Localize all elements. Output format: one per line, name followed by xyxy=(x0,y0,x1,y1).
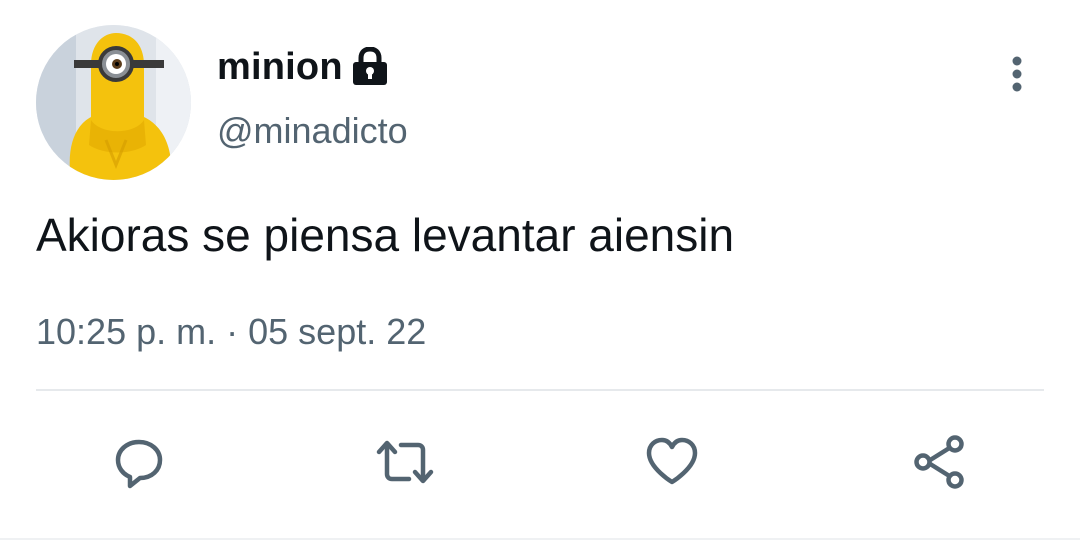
tweet-time: 10:25 p. m. xyxy=(36,311,217,352)
author-display-name[interactable]: minion xyxy=(217,46,343,89)
more-vertical-icon[interactable] xyxy=(1001,55,1033,95)
retweet-icon xyxy=(376,440,434,484)
tweet-timestamp[interactable]: 10:25 p. m. · 05 sept. 22 xyxy=(36,311,426,353)
like-button[interactable] xyxy=(640,430,704,494)
minion-avatar-image xyxy=(36,25,191,180)
bottom-divider xyxy=(0,538,1080,540)
reply-button[interactable] xyxy=(107,430,171,494)
share-icon xyxy=(914,435,964,489)
share-button[interactable] xyxy=(907,430,971,494)
avatar[interactable] xyxy=(36,25,191,180)
tweet-card: minion @minadicto Akioras se piensa leva… xyxy=(0,0,1080,555)
divider xyxy=(36,389,1044,391)
retweet-button[interactable] xyxy=(373,430,437,494)
author-handle[interactable]: @minadicto xyxy=(217,110,408,152)
heart-icon xyxy=(646,437,698,485)
tweet-date: 05 sept. 22 xyxy=(248,311,427,352)
lock-icon xyxy=(351,46,389,87)
author-name-row: minion xyxy=(217,42,389,92)
reply-icon xyxy=(115,439,163,489)
tweet-text: Akioras se piensa levantar aiensin xyxy=(36,209,735,261)
meta-separator: · xyxy=(226,311,239,352)
